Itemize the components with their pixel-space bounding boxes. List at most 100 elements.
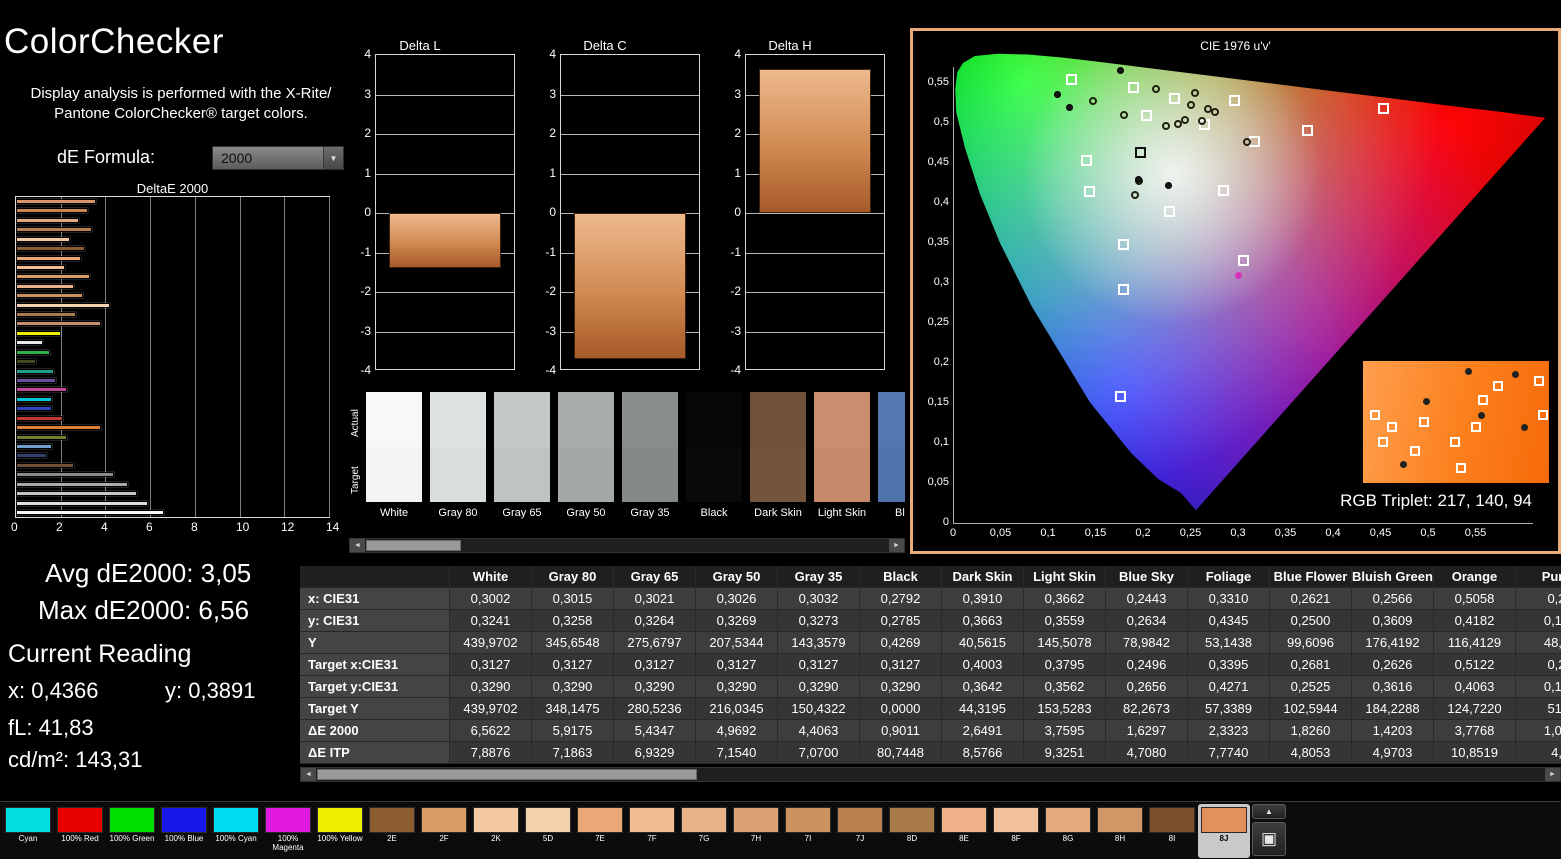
actual-row-label: Actual	[350, 395, 364, 451]
patch-label: Dark Skin	[750, 507, 806, 519]
patch-actual-swatch	[558, 392, 614, 447]
table-cell: 0,2	[1516, 588, 1561, 610]
description-line1: Display analysis is performed with the X…	[31, 85, 332, 102]
table-cell: 4,	[1516, 742, 1561, 764]
x-tick-label: 6	[146, 520, 153, 534]
row-label: Y	[300, 632, 450, 654]
target-marker	[1081, 155, 1092, 166]
de-formula-dropdown[interactable]: 2000 ▼	[212, 146, 344, 170]
swatch-scroll-up-button[interactable]: ▲	[1252, 804, 1286, 819]
target-marker	[1378, 103, 1389, 114]
measurement-table: WhiteGray 80Gray 65Gray 50Gray 35BlackDa…	[300, 566, 1561, 764]
delta-chart-plot	[375, 54, 515, 370]
column-header: Foliage	[1188, 566, 1270, 588]
table-cell: 0,3663	[942, 610, 1024, 632]
scroll-thumb[interactable]	[366, 540, 461, 551]
patch-target-swatch	[622, 447, 678, 502]
y-tick-label: 0	[530, 205, 556, 219]
scroll-thumb[interactable]	[317, 769, 697, 780]
table-cell: 4,9703	[1352, 742, 1434, 764]
table-cell: 10,8519	[1434, 742, 1516, 764]
swatch-label: 8F	[990, 835, 1042, 844]
y-tick-label: -2	[715, 284, 741, 298]
table-cell: 348,1475	[532, 698, 614, 720]
table-corner-cell	[300, 566, 450, 588]
scroll-left-button[interactable]: ◄	[350, 539, 365, 552]
table-scrollbar[interactable]: ◄►	[300, 767, 1561, 782]
patch-label: Light Skin	[814, 507, 870, 519]
table-cell: 0,3290	[614, 676, 696, 698]
toolbar-swatch-7g[interactable]: 7G	[678, 804, 730, 858]
patch-label: Black	[686, 507, 742, 519]
measurement-marker	[1181, 116, 1189, 124]
toolbar-swatch-8e[interactable]: 8E	[938, 804, 990, 858]
target-marker	[1128, 82, 1139, 93]
pattern-window-button[interactable]: ▣	[1252, 822, 1286, 856]
y-tick-label: 0,2	[915, 356, 949, 368]
de2000-bar	[16, 256, 81, 261]
table-cell: 53,1438	[1188, 632, 1270, 654]
inset-target-marker	[1410, 446, 1420, 456]
colorchecker-patch: Gray 50	[558, 392, 614, 532]
de2000-bar	[16, 369, 54, 374]
table-cell: 0,3290	[696, 676, 778, 698]
scroll-right-button[interactable]: ►	[1545, 768, 1560, 781]
swatch-strip-scrollbar[interactable]: ◄►	[349, 538, 905, 553]
y-tick-label: 1	[530, 166, 556, 180]
x-tick-label: 12	[281, 520, 294, 534]
de2000-bar	[16, 453, 47, 458]
de2000-bar	[16, 246, 85, 251]
toolbar-swatch-7i[interactable]: 7I	[782, 804, 834, 858]
de2000-bar	[16, 331, 61, 336]
patch-target-swatch	[366, 447, 422, 502]
toolbar-swatch-2f[interactable]: 2F	[418, 804, 470, 858]
toolbar-swatch-7j[interactable]: 7J	[834, 804, 886, 858]
scroll-left-button[interactable]: ◄	[301, 768, 316, 781]
toolbar-swatch-8h[interactable]: 8H	[1094, 804, 1146, 858]
table-cell: 0,2656	[1106, 676, 1188, 698]
swatch-label: 100% Cyan	[210, 835, 262, 844]
de2000-bar	[16, 199, 96, 204]
toolbar-swatch-7f[interactable]: 7F	[626, 804, 678, 858]
toolbar-swatch-7h[interactable]: 7H	[730, 804, 782, 858]
toolbar-swatch-8f[interactable]: 8F	[990, 804, 1042, 858]
inset-target-marker	[1534, 376, 1544, 386]
y-tick-label: 3	[345, 87, 371, 101]
toolbar-swatch-100-red[interactable]: 100% Red	[54, 804, 106, 858]
table-cell: 216,0345	[696, 698, 778, 720]
table-cell: 0,2525	[1270, 676, 1352, 698]
x-tick-label: 0,15	[1081, 527, 1111, 539]
table-cell: 0,5122	[1434, 654, 1516, 676]
y-tick-label: 0,1	[915, 436, 949, 448]
toolbar-swatch-8j[interactable]: 8J	[1198, 804, 1250, 858]
y-tick-label: 0	[715, 205, 741, 219]
x-tick-label: 14	[326, 520, 339, 534]
swatch-label: 7E	[574, 835, 626, 844]
toolbar-swatch-8i[interactable]: 8I	[1146, 804, 1198, 858]
patch-label: White	[366, 507, 422, 519]
toolbar-swatch-100-yellow[interactable]: 100% Yellow	[314, 804, 366, 858]
toolbar-swatch-cyan[interactable]: Cyan	[2, 804, 54, 858]
toolbar-swatch-100-magenta[interactable]: 100% Magenta	[262, 804, 314, 858]
toolbar-swatch-100-blue[interactable]: 100% Blue	[158, 804, 210, 858]
de2000-bar	[16, 378, 56, 383]
x-tick-label: 0,3	[1223, 527, 1253, 539]
toolbar-swatch-100-cyan[interactable]: 100% Cyan	[210, 804, 262, 858]
x-tick-label: 0,45	[1366, 527, 1396, 539]
table-cell: 280,5236	[614, 698, 696, 720]
toolbar-swatch-2e[interactable]: 2E	[366, 804, 418, 858]
table-row: x: CIE310,30020,30150,30210,30260,30320,…	[300, 588, 1561, 610]
toolbar-swatch-7e[interactable]: 7E	[574, 804, 626, 858]
scroll-right-button[interactable]: ►	[889, 539, 904, 552]
toolbar-swatch-8d[interactable]: 8D	[886, 804, 938, 858]
toolbar-swatch-100-green[interactable]: 100% Green	[106, 804, 158, 858]
table-row: ΔE ITP7,88767,18636,93297,15407,070080,7…	[300, 742, 1561, 764]
table-cell: 0,3264	[614, 610, 696, 632]
toolbar-swatch-5d[interactable]: 5D	[522, 804, 574, 858]
target-marker	[1066, 74, 1077, 85]
toolbar-swatch-8g[interactable]: 8G	[1042, 804, 1094, 858]
toolbar-swatch-2k[interactable]: 2K	[470, 804, 522, 858]
table-cell: 5,9175	[532, 720, 614, 742]
de2000-bar	[16, 482, 128, 487]
x-tick-label: 0,5	[1413, 527, 1443, 539]
